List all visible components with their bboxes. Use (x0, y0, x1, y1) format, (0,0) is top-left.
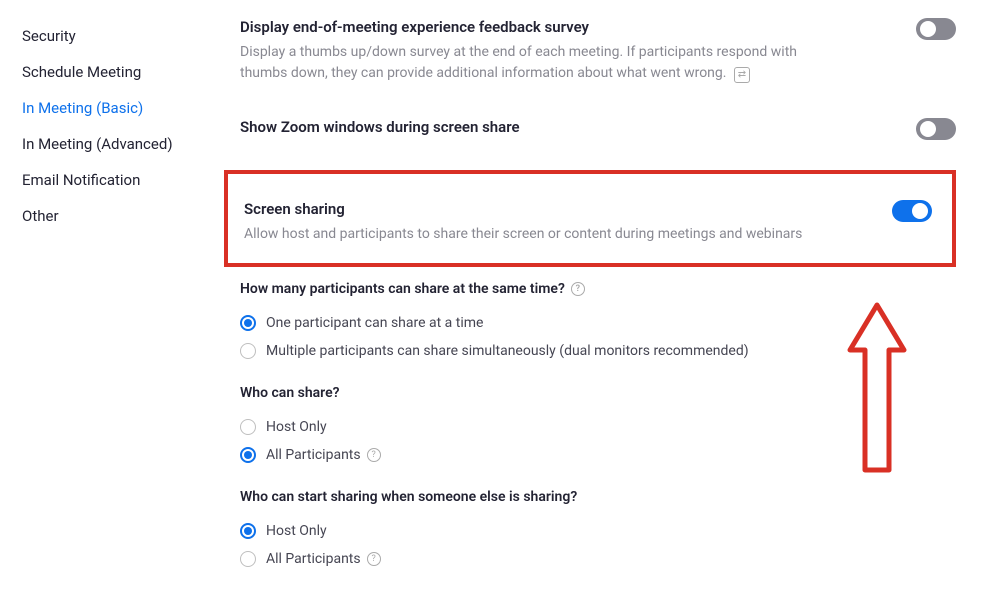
toggle-feedback-survey[interactable] (916, 18, 956, 40)
radio-all-participants-start[interactable]: All Participants ? (240, 545, 956, 573)
radio-label: Host Only (266, 419, 327, 435)
radio-icon (240, 523, 256, 539)
setting-show-zoom-windows: Show Zoom windows during screen share (240, 118, 956, 142)
reset-icon[interactable]: ⇄ (734, 67, 750, 83)
sidebar-item-security[interactable]: Security (22, 18, 200, 54)
sidebar-nav: Security Schedule Meeting In Meeting (Ba… (0, 0, 200, 593)
radio-icon (240, 315, 256, 331)
main-content: Display end-of-meeting experience feedba… (200, 0, 1000, 593)
setting-title: Screen sharing (244, 200, 802, 218)
radio-label: All Participants ? (266, 551, 381, 567)
arrow-up-icon (842, 300, 912, 475)
question-label: How many participants can share at the s… (240, 281, 956, 297)
radio-host-only-start[interactable]: Host Only (240, 517, 956, 545)
toggle-screen-sharing[interactable] (892, 200, 932, 222)
radio-label: All Participants ? (266, 447, 381, 463)
setting-desc: Display a thumbs up/down survey at the e… (240, 42, 800, 84)
setting-title: Show Zoom windows during screen share (240, 118, 520, 136)
setting-desc: Allow host and participants to share the… (244, 224, 802, 245)
radio-icon (240, 447, 256, 463)
radio-icon (240, 343, 256, 359)
radio-label: Multiple participants can share simultan… (266, 343, 749, 359)
sidebar-item-schedule-meeting[interactable]: Schedule Meeting (22, 54, 200, 90)
toggle-show-zoom-windows[interactable] (916, 118, 956, 140)
question-who-can-start-sharing: Who can start sharing when someone else … (240, 489, 956, 573)
sidebar-item-other[interactable]: Other (22, 198, 200, 234)
sidebar-item-in-meeting-basic[interactable]: In Meeting (Basic) (22, 90, 200, 126)
setting-feedback-survey: Display end-of-meeting experience feedba… (240, 18, 956, 84)
radio-label: Host Only (266, 523, 327, 539)
help-icon[interactable]: ? (367, 552, 381, 566)
sidebar-item-email-notification[interactable]: Email Notification (22, 162, 200, 198)
radio-label: One participant can share at a time (266, 315, 483, 331)
setting-title: Display end-of-meeting experience feedba… (240, 18, 800, 36)
setting-screen-sharing-highlighted: Screen sharing Allow host and participan… (224, 170, 956, 267)
help-icon[interactable]: ? (367, 448, 381, 462)
sidebar-item-in-meeting-advanced[interactable]: In Meeting (Advanced) (22, 126, 200, 162)
help-icon[interactable]: ? (571, 282, 585, 296)
question-label: Who can start sharing when someone else … (240, 489, 956, 505)
radio-icon (240, 551, 256, 567)
radio-icon (240, 419, 256, 435)
